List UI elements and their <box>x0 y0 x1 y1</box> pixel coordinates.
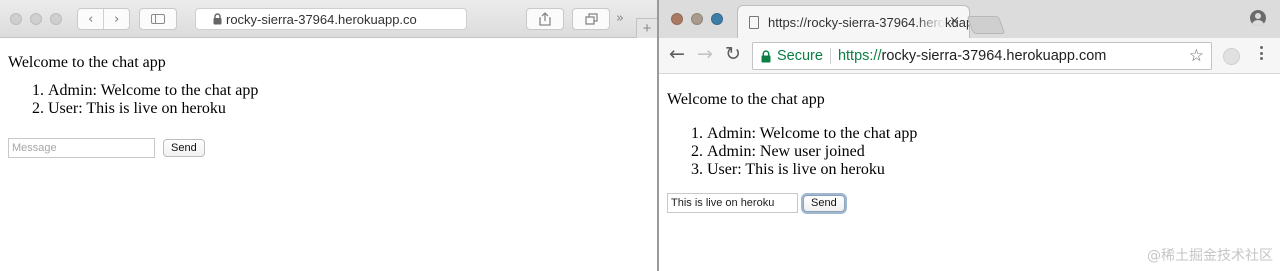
close-window-button[interactable] <box>671 13 683 25</box>
window-controls <box>671 13 723 25</box>
sidebar-button[interactable] <box>139 8 177 30</box>
safari-toolbar: ‹ › rocky-sierra-37964.herokuapp.co ↻ » … <box>0 0 657 38</box>
lock-icon <box>761 50 771 63</box>
minimize-window-button[interactable] <box>30 13 42 25</box>
toolbar-overflow-icon[interactable]: » <box>616 11 624 26</box>
tab-chat-app[interactable]: https://rocky-sierra-37964.herokuapp.com… <box>737 5 970 38</box>
new-tab-button[interactable]: + <box>636 18 657 38</box>
url-scheme: https:// <box>837 48 882 64</box>
history-navigation: ‹ › <box>77 8 130 30</box>
document-icon <box>749 16 759 29</box>
forward-icon[interactable]: → <box>697 43 713 65</box>
share-icon <box>539 12 551 26</box>
tabs-icon <box>584 13 598 25</box>
safari-window: ‹ › rocky-sierra-37964.herokuapp.co ↻ » … <box>0 0 657 271</box>
forward-icon[interactable]: › <box>103 9 129 29</box>
watermark: @稀土掘金技术社区 <box>1147 248 1273 264</box>
close-icon[interactable]: × <box>949 14 960 29</box>
star-icon[interactable]: ☆ <box>1189 46 1204 66</box>
omnibox-separator <box>829 48 831 64</box>
chrome-window: https://rocky-sierra-37964.herokuapp.com… <box>659 0 1280 271</box>
send-button[interactable]: Send <box>803 194 845 212</box>
chrome-page-content: Welcome to the chat app Admin: Welcome t… <box>667 91 917 213</box>
message-list: Admin: Welcome to the chat app User: Thi… <box>48 82 258 118</box>
chrome-tabstrip: https://rocky-sierra-37964.herokuapp.com… <box>659 0 1280 38</box>
close-window-button[interactable] <box>10 13 22 25</box>
back-icon[interactable]: ‹ <box>78 9 103 29</box>
zoom-window-button[interactable] <box>711 13 723 25</box>
safari-page-content: Welcome to the chat app Admin: Welcome t… <box>8 54 258 158</box>
message-form: Message Send <box>8 138 258 158</box>
message-form: This is live on heroku Send <box>667 193 917 213</box>
message-item: User: This is live on heroku <box>707 161 917 179</box>
window-controls <box>10 13 62 25</box>
message-input[interactable]: Message <box>8 138 155 158</box>
safari-url-text: rocky-sierra-37964.herokuapp.co <box>226 11 417 27</box>
show-tabs-button[interactable] <box>572 8 610 30</box>
lock-icon <box>213 13 222 25</box>
message-item: Admin: New user joined <box>707 143 917 161</box>
message-item: Admin: Welcome to the chat app <box>48 82 258 100</box>
safari-address-bar[interactable]: rocky-sierra-37964.herokuapp.co ↻ <box>195 8 467 30</box>
page-title: Welcome to the chat app <box>8 54 166 71</box>
reload-icon[interactable]: ↻ <box>725 43 741 65</box>
send-button[interactable]: Send <box>163 139 205 157</box>
new-tab-button[interactable] <box>966 16 1006 34</box>
security-label[interactable]: Secure <box>777 48 823 64</box>
back-icon[interactable]: ← <box>669 43 685 65</box>
share-button[interactable] <box>526 8 564 30</box>
message-item: Admin: Welcome to the chat app <box>707 125 917 143</box>
chrome-toolbar: ← → ↻ Secure https://rocky-sierra-37964.… <box>659 38 1280 74</box>
extension-icon[interactable] <box>1223 48 1240 65</box>
omnibox[interactable]: Secure https://rocky-sierra-37964.heroku… <box>752 42 1212 70</box>
profile-icon[interactable] <box>1250 10 1266 26</box>
tab-title-fade <box>915 6 945 38</box>
message-input[interactable]: This is live on heroku <box>667 193 798 213</box>
menu-icon[interactable] <box>1260 46 1263 60</box>
sidebar-icon <box>151 14 165 24</box>
message-list: Admin: Welcome to the chat app Admin: Ne… <box>707 125 917 179</box>
minimize-window-button[interactable] <box>691 13 703 25</box>
page-title: Welcome to the chat app <box>667 91 825 108</box>
url-host: rocky-sierra-37964.herokuapp.com <box>881 48 1107 64</box>
message-item: User: This is live on heroku <box>48 100 258 118</box>
zoom-window-button[interactable] <box>50 13 62 25</box>
